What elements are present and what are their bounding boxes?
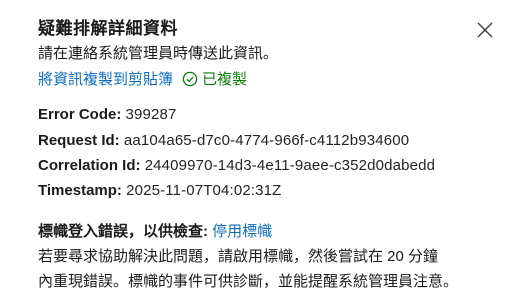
troubleshooting-panel: 疑難排解詳細資料 請在連絡系統管理員時傳送此資訊。 將資訊複製到剪貼簿 已複製 … xyxy=(0,0,514,305)
timestamp-value: 2025-11-07T04:02:31Z xyxy=(126,182,282,199)
close-icon xyxy=(477,22,493,38)
correlation-id-value: 24409970-14d3-4e11-9aee-c352d0dabedd xyxy=(144,157,436,174)
diagnostics-heading: 標幟登入錯誤，以供檢查: xyxy=(38,223,208,240)
diagnostics-description-line-2: 內重現錯誤。標幟的事件可供診斷，並能提醒系統管理員注意。 xyxy=(38,273,459,290)
error-code-label: Error Code: xyxy=(38,106,122,123)
copied-status: 已複製 xyxy=(182,68,247,89)
request-id-label: Request Id: xyxy=(38,132,120,149)
diagnostics-description: 若要尋求協助解決此問題，請啟用標幟，然後嘗試在 20 分鐘 內重現錯誤。標幟的事… xyxy=(38,244,478,294)
request-id-value: aa104a65-d7c0-4774-966f-c4112b934600 xyxy=(123,132,410,149)
panel-title: 疑難排解詳細資料 xyxy=(38,19,178,38)
correlation-id-row: Correlation Id: 24409970-14d3-4e11-9aee-… xyxy=(38,157,435,174)
copied-status-label: 已複製 xyxy=(202,71,248,88)
diagnostics-description-line-1: 若要尋求協助解決此問題，請啟用標幟，然後嘗試在 20 分鐘 xyxy=(38,248,439,265)
copy-row: 將資訊複製到剪貼簿 已複製 xyxy=(38,68,247,89)
disable-flag-link[interactable]: 停用標幟 xyxy=(212,223,272,240)
check-circle-icon xyxy=(182,71,198,86)
close-button[interactable] xyxy=(476,21,494,39)
request-id-row: Request Id: aa104a65-d7c0-4774-966f-c411… xyxy=(38,132,409,149)
timestamp-row: Timestamp: 2025-11-07T04:02:31Z xyxy=(38,182,281,199)
copy-to-clipboard-link[interactable]: 將資訊複製到剪貼簿 xyxy=(38,68,173,89)
error-code-value: 399287 xyxy=(125,106,177,123)
timestamp-label: Timestamp: xyxy=(38,182,122,199)
diagnostics-heading-row: 標幟登入錯誤，以供檢查: 停用標幟 xyxy=(38,220,272,241)
error-code-row: Error Code: 399287 xyxy=(38,106,176,123)
panel-subtitle: 請在連絡系統管理員時傳送此資訊。 xyxy=(38,45,279,62)
correlation-id-label: Correlation Id: xyxy=(38,157,141,174)
